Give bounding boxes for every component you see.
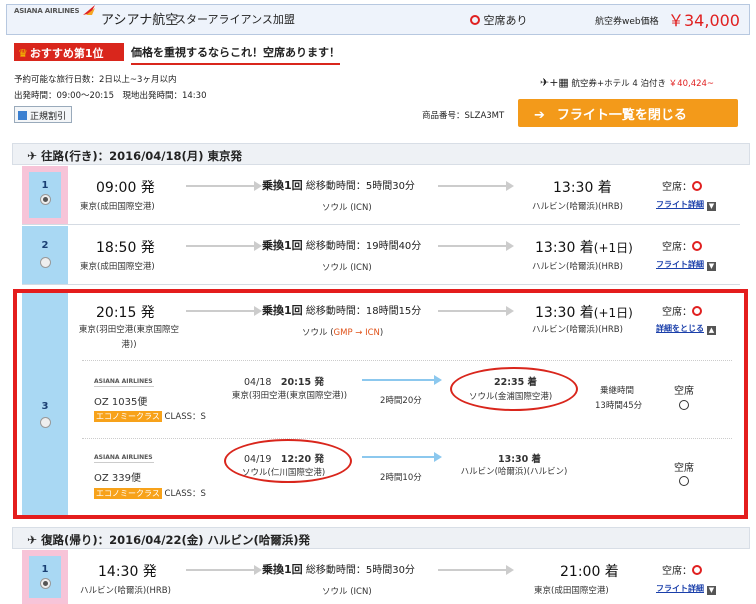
arrival-time: 13:30 着 bbox=[535, 240, 594, 256]
departure-time: 09:00 発 bbox=[96, 180, 155, 196]
departure-times: 出発時間：09:00〜20:15 現地出発時間：14:30 bbox=[14, 91, 207, 101]
promo-text: 価格を重視するならこれ！空席あります！ bbox=[131, 44, 340, 65]
flight-detail-label[interactable]: フライト詳細 bbox=[656, 200, 704, 209]
available-circle-icon bbox=[692, 565, 702, 575]
expand-icon: ▼ bbox=[707, 586, 716, 595]
total-duration: 総移動時間：5時間30分 bbox=[305, 181, 415, 192]
fare-price: ￥34,000 bbox=[668, 11, 740, 30]
travel-days: 予約可能な旅行日数：2日以上~3ヶ月以内 bbox=[14, 75, 177, 85]
transfer-info: 乗換1回 総移動時間：5時間30分 bbox=[262, 177, 415, 193]
seat-label: 空席： bbox=[662, 182, 692, 193]
flight-index-selected: 1 bbox=[22, 550, 70, 604]
transfer-count: 乗換1回 bbox=[262, 239, 303, 252]
route-arrow bbox=[438, 241, 514, 251]
flight-radio[interactable] bbox=[40, 194, 51, 205]
seat-label: 空席： bbox=[662, 242, 692, 253]
total-duration: 総移動時間：5時間30分 bbox=[305, 565, 415, 576]
package-text: 航空券+ホテル 4 泊付き bbox=[571, 79, 666, 89]
crown-icon: ♛ bbox=[18, 47, 28, 60]
via-airport: ソウル (ICN) bbox=[322, 203, 372, 213]
next-day-suffix: (+1日) bbox=[593, 241, 633, 255]
available-circle-icon bbox=[470, 15, 480, 25]
outbound-header: ✈ 往路(行き)：2016/04/18(月) 東京発 bbox=[12, 143, 750, 165]
route-arrow bbox=[186, 565, 262, 575]
plane-hotel-icon: ✈+▦ bbox=[540, 76, 569, 89]
return-title: 復路(帰り)：2016/04/22(金) ハルビン(哈爾浜)発 bbox=[41, 533, 311, 547]
badge-text: おすすめ第1位 bbox=[29, 47, 104, 60]
flight-detail-label[interactable]: フライト詳細 bbox=[656, 584, 704, 593]
return-header: ✈ 復路(帰り)：2016/04/22(金) ハルビン(哈爾浜)発 bbox=[12, 527, 750, 549]
selection-highlight-frame bbox=[13, 289, 748, 519]
seat-status: 空席： bbox=[662, 178, 702, 193]
flight-detail-link[interactable]: フライト詳細 ▼ bbox=[656, 583, 716, 595]
arrival-airport: ハルビン(哈爾浜)(HRB) bbox=[532, 262, 623, 272]
transfer-count: 乗換1回 bbox=[262, 563, 303, 576]
fare-rules-label: 正規割引 bbox=[30, 112, 67, 122]
package-price: ￥40,424~ bbox=[668, 79, 715, 89]
fare-label: 航空券web価格 bbox=[595, 17, 659, 27]
arrow-right-icon: ➔ bbox=[534, 108, 545, 123]
transfer-info: 乗換1回 総移動時間：5時間30分 bbox=[262, 561, 415, 577]
departure-plane-icon: ✈ bbox=[27, 149, 38, 163]
product-number: 商品番号：SLZA3MT bbox=[422, 111, 505, 121]
via-airport: ソウル (ICN) bbox=[322, 587, 372, 597]
arrival-plane-icon: ✈ bbox=[27, 533, 38, 547]
flight-number: 1 bbox=[41, 564, 49, 575]
departure-airport: 東京(成田国際空港) bbox=[80, 202, 155, 212]
route-arrow bbox=[186, 241, 262, 251]
expand-icon: ▼ bbox=[707, 202, 716, 211]
transfer-count: 乗換1回 bbox=[262, 179, 303, 192]
transfer-info: 乗換1回 総移動時間：19時間40分 bbox=[262, 237, 421, 253]
document-icon bbox=[18, 111, 27, 120]
departure-airport: ハルビン(哈爾浜)(HRB) bbox=[80, 586, 171, 596]
flight-radio[interactable] bbox=[40, 578, 51, 589]
flight-detail-link[interactable]: フライト詳細 ▼ bbox=[656, 259, 716, 271]
arrival-time: 21:00 着 bbox=[560, 564, 619, 580]
departure-time: 14:30 発 bbox=[98, 564, 157, 580]
seat-availability: 空席あり bbox=[470, 12, 528, 28]
package-offer[interactable]: ✈+▦ 航空券+ホテル 4 泊付き ￥40,424~ bbox=[540, 76, 714, 89]
via-airport: ソウル (ICN) bbox=[322, 263, 372, 273]
seat-status-text: 空席あり bbox=[483, 14, 528, 27]
departure-airport: 東京(成田国際空港) bbox=[80, 262, 155, 272]
arrival-time: 13:30 着 bbox=[553, 180, 612, 196]
available-circle-icon bbox=[692, 181, 702, 191]
flight-index: 2 bbox=[22, 226, 70, 284]
available-circle-icon bbox=[692, 241, 702, 251]
alliance-label: スターアライアンス加盟 bbox=[175, 13, 295, 26]
seat-status: 空席： bbox=[662, 238, 702, 253]
arrival-airport: ハルビン(哈爾浜)(HRB) bbox=[532, 202, 623, 212]
route-arrow bbox=[438, 565, 514, 575]
airline-wing-icon bbox=[83, 5, 95, 15]
route-arrow bbox=[186, 181, 262, 191]
flight-radio[interactable] bbox=[40, 257, 51, 268]
flight-index-selected: 1 bbox=[22, 166, 70, 224]
seat-status: 空席： bbox=[662, 562, 702, 577]
seat-label: 空席： bbox=[662, 566, 692, 577]
airline-name: アシアナ航空 bbox=[101, 13, 179, 28]
flight-row[interactable]: 1 14:30 発 ハルビン(哈爾浜)(HRB) 乗換1回 総移動時間：5時間3… bbox=[22, 550, 740, 604]
departure-time: 18:50 発 bbox=[96, 240, 155, 256]
flight-number: 2 bbox=[41, 240, 49, 251]
flight-detail-label[interactable]: フライト詳細 bbox=[656, 260, 704, 269]
close-button-label: フライト一覧を閉じる bbox=[556, 108, 687, 123]
expand-icon: ▼ bbox=[707, 262, 716, 271]
outbound-title: 往路(行き)：2016/04/18(月) 東京発 bbox=[41, 149, 243, 163]
arrival-airport: 東京(成田国際空港) bbox=[534, 586, 609, 596]
flight-row[interactable]: 1 09:00 発 東京(成田国際空港) 乗換1回 総移動時間：5時間30分 ソ… bbox=[22, 166, 740, 225]
total-duration: 総移動時間：19時間40分 bbox=[305, 241, 422, 252]
flight-row[interactable]: 2 18:50 発 東京(成田国際空港) 乗換1回 総移動時間：19時間40分 … bbox=[22, 226, 740, 285]
recommend-badge: ♛ おすすめ第1位 bbox=[14, 43, 124, 61]
flight-number: 1 bbox=[41, 180, 49, 191]
close-flight-list-button[interactable]: ➔ フライト一覧を閉じる bbox=[518, 99, 738, 127]
fare-rules-button[interactable]: 正規割引 bbox=[14, 106, 72, 123]
flight-detail-link[interactable]: フライト詳細 ▼ bbox=[656, 199, 716, 211]
route-arrow bbox=[438, 181, 514, 191]
arrival-time-group: 13:30 着(+1日) bbox=[535, 237, 633, 257]
